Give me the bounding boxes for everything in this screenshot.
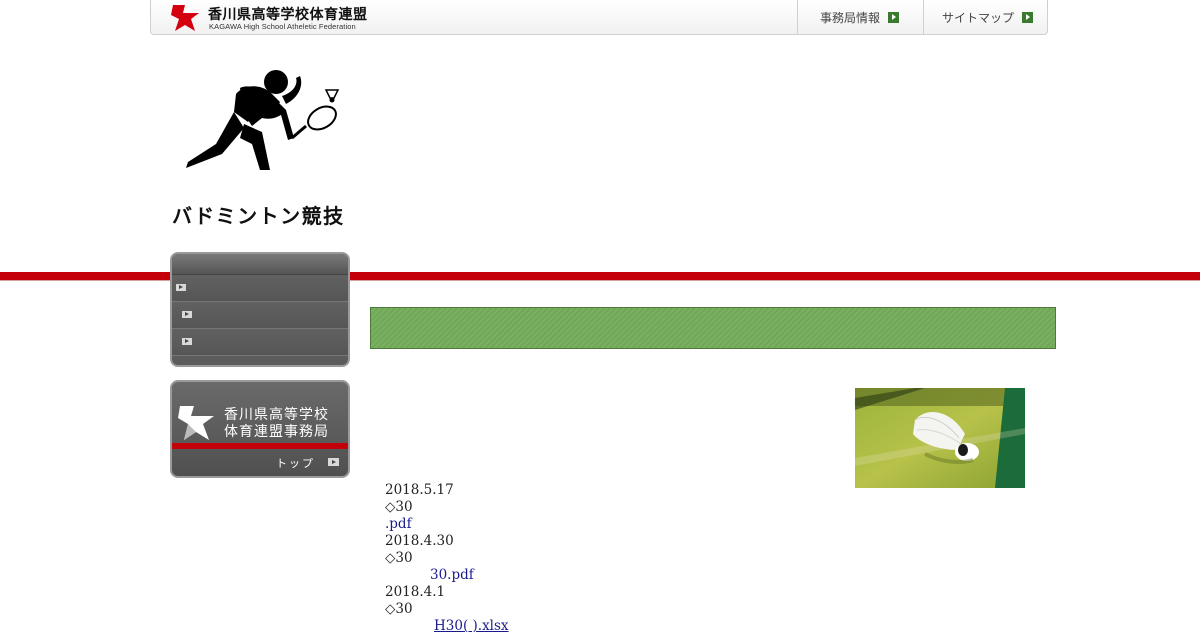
update-list: 2018.5.17 ◇30 .pdf 2018.4.30 ◇30 30.pdf … (385, 482, 509, 635)
play-arrow-icon (182, 338, 192, 345)
nav-sitemap-label: サイトマップ (942, 10, 1015, 25)
entry-marker: ◇30 (385, 601, 413, 617)
nav-office-info-label: 事務局情報 (820, 10, 881, 25)
side-menu-header (172, 254, 348, 275)
entry-date: 2018.4.1 (385, 584, 446, 600)
site-subtitle: KAGAWA High School Atheletic Federation (209, 22, 356, 31)
side-menu (170, 252, 350, 367)
side-menu-item-1[interactable] (172, 275, 348, 302)
banner-red-stripe (172, 443, 348, 449)
play-arrow-icon (176, 284, 186, 291)
entry-date: 2018.5.17 (385, 482, 454, 498)
entry-xlsx-link[interactable]: H30( ).xlsx (434, 618, 509, 634)
entry-pdf-link[interactable]: 30.pdf (430, 567, 474, 583)
nav-office-info[interactable]: 事務局情報 (797, 0, 923, 34)
side-menu-item-2[interactable] (172, 302, 348, 329)
federation-logo-icon (178, 406, 214, 440)
shuttlecock-photo (855, 388, 1025, 488)
entry-date: 2018.4.30 (385, 533, 454, 549)
federation-logo-icon[interactable] (169, 3, 203, 33)
sport-title: バドミントン競技 (172, 204, 345, 228)
play-arrow-icon (328, 458, 339, 466)
entry-marker: ◇30 (385, 499, 413, 515)
nav-sitemap[interactable]: サイトマップ (923, 0, 1049, 34)
section-title-bar (370, 307, 1056, 349)
arrow-right-icon (1022, 11, 1034, 23)
entry-marker: ◇30 (385, 550, 413, 566)
site-title[interactable]: 香川県高等学校体育連盟 (208, 4, 368, 24)
badminton-player-icon (186, 70, 340, 170)
banner-top-link[interactable]: トップ (276, 455, 315, 471)
entry-pdf-link[interactable]: .pdf (385, 516, 412, 532)
federation-office-banner[interactable]: 香川県高等学校 体育連盟事務局 トップ (170, 380, 350, 478)
site-header: 香川県高等学校体育連盟 KAGAWA High School Atheletic… (150, 0, 1048, 35)
arrow-right-icon (888, 11, 900, 23)
side-menu-item-3[interactable] (172, 329, 348, 356)
banner-line-2: 体育連盟事務局 (224, 424, 329, 440)
play-arrow-icon (182, 311, 192, 318)
